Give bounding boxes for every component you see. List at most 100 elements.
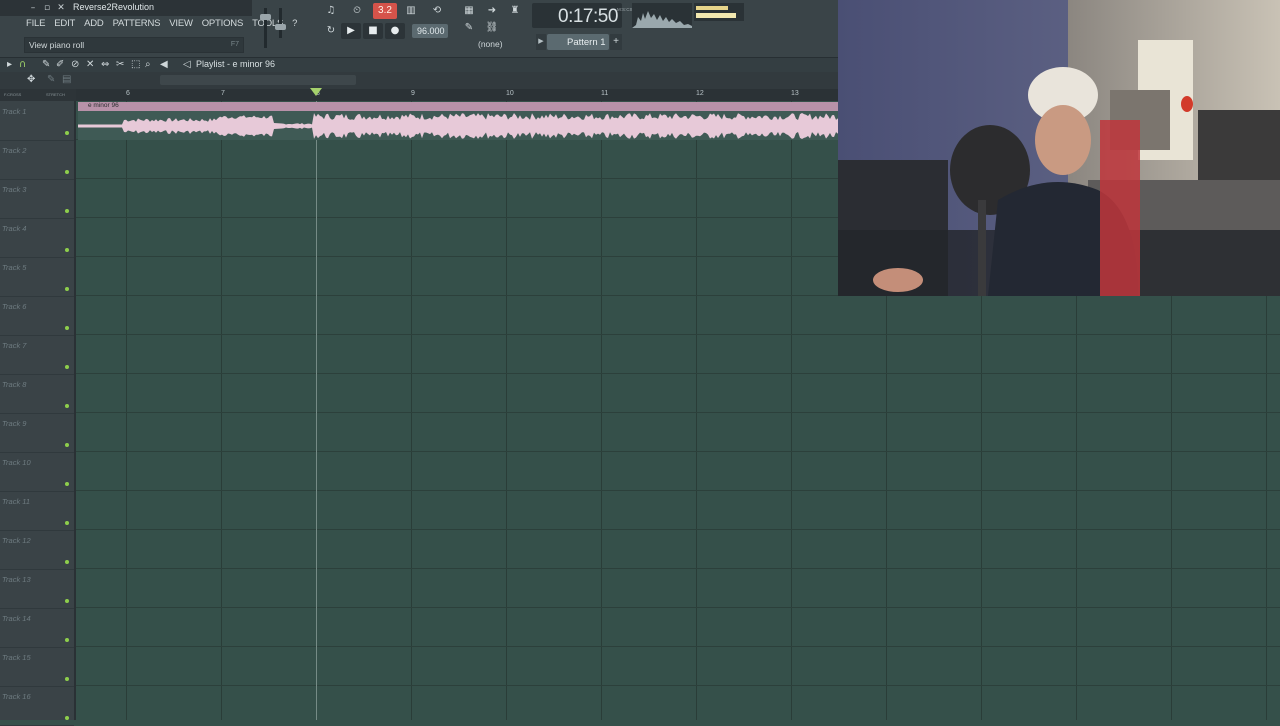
track-header[interactable]: Track 15 [0,647,74,687]
track-header[interactable]: Track 12 [0,530,74,570]
track-enable-led[interactable] [65,638,69,642]
playback-icon[interactable]: ◀ [160,59,168,70]
track-enable-led[interactable] [65,170,69,174]
track-enable-led[interactable] [65,482,69,486]
close-icon[interactable]: ✕ [56,3,66,13]
restore-icon[interactable]: ▫ [42,3,52,13]
minimize-icon[interactable]: – [28,3,38,13]
song-mode-icon[interactable]: ↻ [320,23,342,39]
slip-icon[interactable]: ⇔ [101,59,109,70]
record-button[interactable]: ● [385,23,405,39]
playlist-menu-icon[interactable]: ▸ [7,59,12,70]
track-enable-led[interactable] [65,443,69,447]
add-pattern-icon[interactable]: + [610,34,622,50]
snap-badge[interactable]: 3.2 [373,3,397,19]
grid-track-line [76,451,1280,452]
track-enable-led[interactable] [65,365,69,369]
playlist-toolbar: ▸ ∩ ✎ ✐ ⊘ ✕ ⇔ ✂ ⬚ ⌕ ◀ ◁ Playlist - e min… [0,58,838,72]
bar-number: 6 [126,90,130,97]
playhead-marker[interactable] [310,88,322,96]
track-header[interactable]: Track 10 [0,452,74,492]
clip-header[interactable]: e minor 96 [78,102,838,111]
piano-roll-icon[interactable]: ▦ [458,3,480,19]
bar-number: 11 [601,90,609,97]
delete-icon[interactable]: ⊘ [71,59,79,70]
menu-file[interactable]: FILE [26,18,45,32]
track-header[interactable]: Track 9 [0,413,74,453]
menu-add[interactable]: ADD [84,18,104,32]
track-header[interactable]: Track 13 [0,569,74,609]
menu-patterns[interactable]: PATTERNS [113,18,161,32]
slice-icon[interactable]: ✂ [116,59,124,70]
track-label: Track 5 [2,263,27,272]
track-enable-led[interactable] [65,716,69,720]
track-enable-led[interactable] [65,326,69,330]
tool-icon[interactable]: ✎ [47,74,55,85]
track-label: Track 10 [2,458,31,467]
bar-number: 10 [506,90,514,97]
grid-track-line [76,685,1280,686]
play-button[interactable]: ▶ [341,23,361,39]
track-enable-led[interactable] [65,287,69,291]
track-header[interactable]: Track 11 [0,491,74,531]
loop-record-icon[interactable]: ⟲ [426,3,448,19]
master-pitch-slider[interactable] [275,8,286,38]
track-enable-led[interactable] [65,677,69,681]
crossfade-label[interactable]: F.CROSS [4,92,21,97]
metronome-icon[interactable]: ♫ [320,3,342,19]
audio-clip[interactable]: e minor 96 [78,102,838,140]
next-arrow-icon[interactable]: ➜ [481,3,503,19]
stretch-label[interactable]: STRETCH [46,92,65,97]
track-label: Track 11 [2,497,31,506]
select-icon[interactable]: ⬚ [131,59,140,70]
track-enable-led[interactable] [65,599,69,603]
pattern-prev-icon[interactable]: ▶ [536,34,546,50]
track-header[interactable]: Track 7 [0,335,74,375]
timeline-ruler[interactable]: 6 7 8 9 10 11 12 13 [0,89,838,101]
master-volume-slider[interactable] [260,8,271,48]
wait-input-icon[interactable]: ⏲ [346,3,368,19]
link-icon[interactable]: ⛓ [481,20,503,36]
track-enable-led[interactable] [65,560,69,564]
mixer-target-select[interactable]: (none) [478,39,503,49]
clip-name: e minor 96 [88,102,119,109]
move-icon[interactable]: ✥ [27,74,35,85]
menu-edit[interactable]: EDIT [54,18,75,32]
track-header[interactable]: Track 16 [0,686,74,726]
grid-bar-line [506,101,507,720]
track-header[interactable]: Track 5 [0,257,74,297]
track-header[interactable]: Track 4 [0,218,74,258]
menu-help[interactable]: ? [292,18,297,32]
track-enable-led[interactable] [65,131,69,135]
magnet-icon[interactable]: ∩ [19,59,26,70]
song-time-display[interactable]: 0:17:50 M:S:CS [532,3,633,28]
horizontal-scrollbar[interactable] [160,75,356,85]
speaker-icon[interactable]: ◁ [183,59,191,70]
blend-notes-icon[interactable]: ▥ [400,3,422,19]
draw-icon[interactable]: ✎ [42,59,50,70]
plugin-icon[interactable]: ♜ [504,3,526,19]
zoom-icon[interactable]: ⌕ [145,59,151,70]
draw-tool-icon[interactable]: ✎ [458,20,480,36]
track-label: Track 14 [2,614,31,623]
track-enable-led[interactable] [65,404,69,408]
menu-options[interactable]: OPTIONS [202,18,244,32]
track-header[interactable]: Track 6 [0,296,74,336]
menu-view[interactable]: VIEW [169,18,193,32]
track-enable-led[interactable] [65,209,69,213]
tempo-field[interactable]: 96.000 [412,24,448,38]
grid-icon[interactable]: ▤ [62,74,71,85]
track-header[interactable]: Track 8 [0,374,74,414]
mute-icon[interactable]: ✕ [86,59,94,70]
paint-icon[interactable]: ✐ [56,59,64,70]
hint-bar: View piano roll F7 [24,37,244,53]
track-header-column: Track 1 Track 2 Track 3 Track 4 Track 5 Track… [0,101,76,726]
track-enable-led[interactable] [65,248,69,252]
track-header[interactable]: Track 1 [0,101,74,141]
track-enable-led[interactable] [65,521,69,525]
track-header[interactable]: Track 2 [0,140,74,180]
track-header[interactable]: Track 3 [0,179,74,219]
track-header[interactable]: Track 14 [0,608,74,648]
stop-button[interactable]: ■ [363,23,383,39]
pattern-selector[interactable]: Pattern 1 [547,34,609,50]
